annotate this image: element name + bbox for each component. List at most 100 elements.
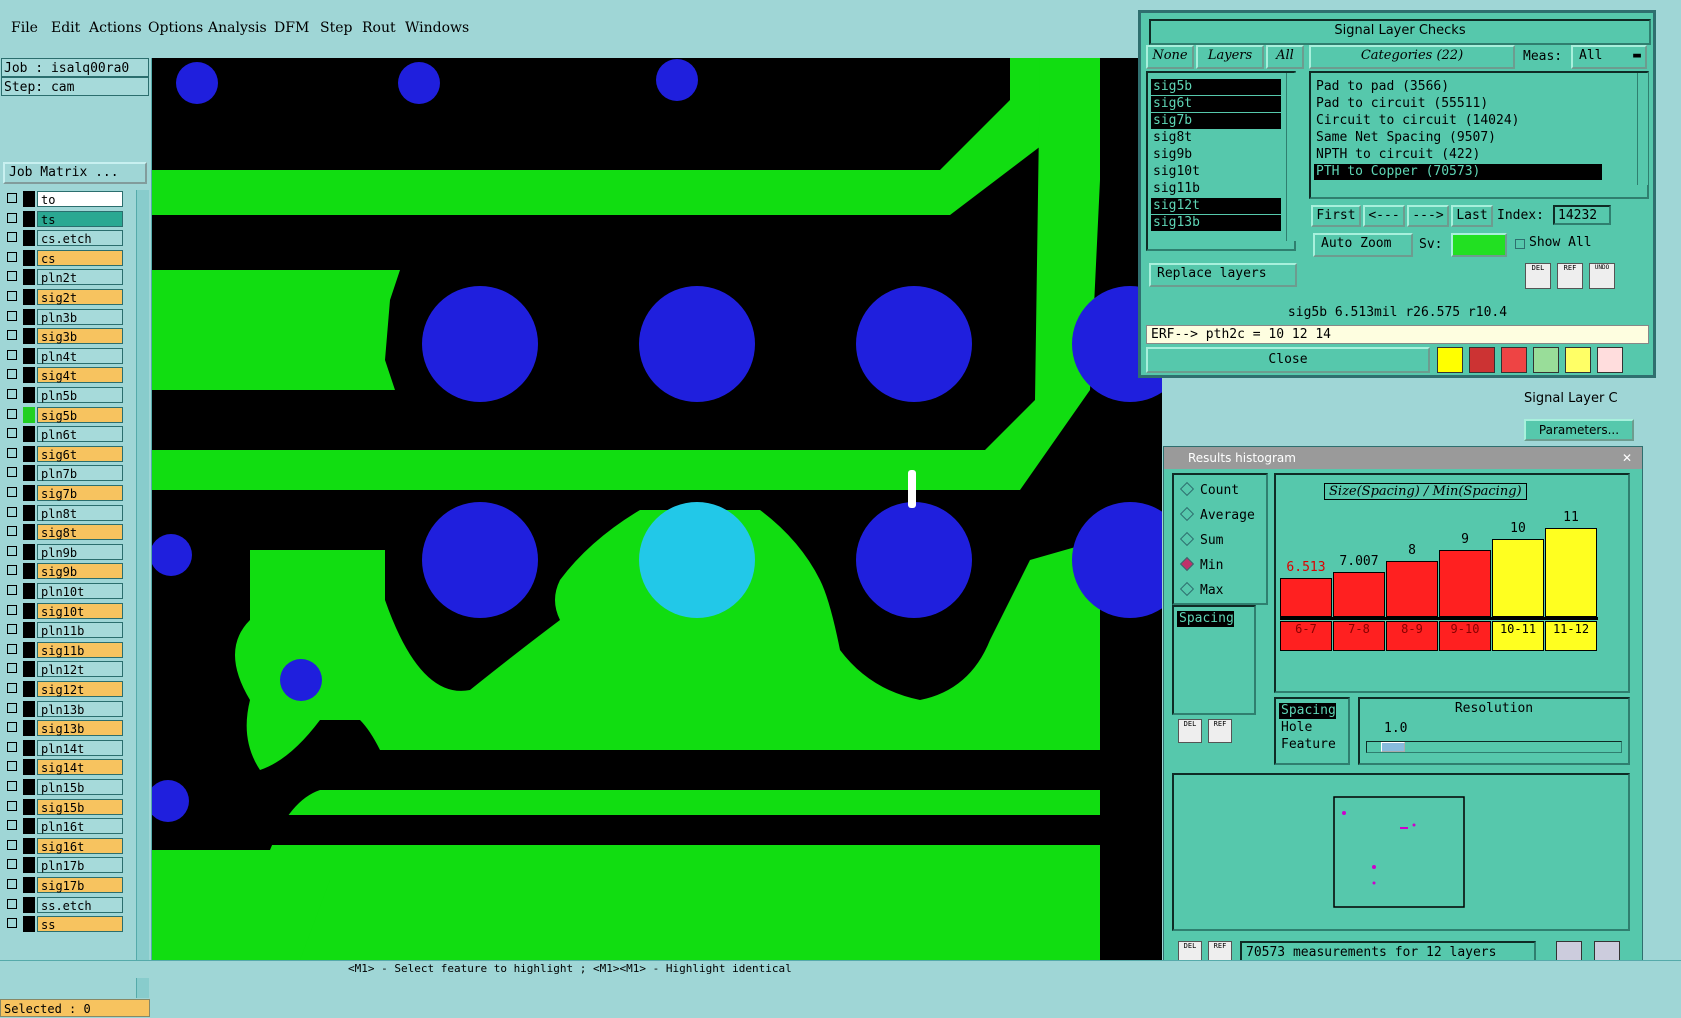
close-button[interactable]: Close	[1146, 347, 1430, 373]
layer-checkbox[interactable]	[7, 820, 17, 831]
layer-color-swatch[interactable]	[23, 191, 35, 207]
layer-checkbox[interactable]	[7, 879, 17, 889]
layer-checkbox[interactable]	[7, 859, 17, 870]
layer-name[interactable]: pln9b	[37, 543, 123, 560]
layer-row[interactable]: pln3b	[3, 308, 134, 326]
layer-color-swatch[interactable]	[23, 367, 35, 384]
menu-analysis[interactable]: Analysis	[208, 20, 267, 36]
layer-checkbox[interactable]	[7, 526, 17, 537]
type-item[interactable]: Feature	[1279, 737, 1336, 753]
job-matrix-button[interactable]: Job Matrix ...	[3, 162, 147, 184]
layer-row[interactable]: sig13b	[3, 719, 134, 737]
menu-options[interactable]: Options	[148, 20, 203, 36]
all-button[interactable]: All	[1266, 45, 1304, 69]
replace-layers-dropdown[interactable]: Replace layers	[1149, 263, 1297, 287]
layer-checkbox[interactable]	[7, 428, 17, 439]
layer-color-swatch[interactable]	[23, 798, 35, 815]
layer-row[interactable]: pln4t	[3, 347, 134, 365]
layer-name[interactable]: pln8t	[37, 504, 123, 521]
menu-rout[interactable]: Rout	[362, 20, 396, 36]
layer-color-swatch[interactable]	[23, 779, 35, 795]
stat-radio-max[interactable]: Max	[1179, 581, 1223, 598]
layer-name[interactable]: sig8t	[37, 524, 123, 541]
layer-row[interactable]: sig14t	[3, 758, 134, 776]
layer-name[interactable]: pln4t	[37, 347, 123, 364]
layer-checkbox[interactable]	[7, 722, 17, 733]
layer-checkbox[interactable]	[7, 349, 17, 360]
menu-file[interactable]: File	[11, 20, 38, 36]
histogram-icon[interactable]	[1597, 347, 1623, 373]
category-item[interactable]: Circuit to circuit (14024)	[1314, 113, 1602, 129]
type-item[interactable]: Spacing	[1279, 703, 1336, 719]
layer-row[interactable]: sig2t	[3, 288, 134, 306]
resolution-slider-handle[interactable]	[1381, 742, 1405, 752]
layer-name[interactable]: pln12t	[37, 661, 123, 678]
layer-checkbox[interactable]	[7, 624, 17, 635]
first-button[interactable]: First	[1311, 205, 1361, 227]
check-layer-item[interactable]: sig7b	[1151, 113, 1281, 129]
layer-color-swatch[interactable]	[23, 818, 35, 835]
menu-edit[interactable]: Edit	[51, 20, 80, 36]
layer-color-swatch[interactable]	[23, 445, 35, 462]
layer-checkbox[interactable]	[7, 663, 17, 674]
layer-name[interactable]: pln10t	[37, 583, 123, 599]
palette-icon[interactable]	[1469, 347, 1495, 373]
prev-button[interactable]: <---	[1363, 205, 1405, 227]
layer-name[interactable]: ts	[37, 210, 123, 227]
layer-color-swatch[interactable]	[23, 465, 35, 482]
layer-name[interactable]: sig16t	[37, 837, 123, 854]
graphics-canvas[interactable]	[147, 58, 1188, 960]
layer-color-swatch[interactable]	[23, 700, 35, 717]
layer-row[interactable]: ts	[3, 210, 134, 228]
none-button[interactable]: None	[1146, 45, 1194, 69]
category-item[interactable]: Same Net Spacing (9507)	[1314, 130, 1602, 146]
layer-list-scrollbar[interactable]	[136, 190, 149, 998]
layer-row[interactable]: pln8t	[3, 504, 134, 522]
layer-checkbox[interactable]	[7, 800, 17, 811]
layer-checkbox[interactable]	[7, 545, 17, 556]
layer-color-swatch[interactable]	[23, 563, 35, 580]
layer-row[interactable]: sig10t	[3, 602, 134, 620]
histogram-bar[interactable]	[1386, 561, 1438, 617]
layer-name[interactable]: sig14t	[37, 759, 123, 776]
layer-checkbox[interactable]	[7, 643, 17, 654]
layer-row[interactable]: pln11b	[3, 621, 134, 639]
stat-radio-average[interactable]: Average	[1179, 506, 1255, 523]
notes-icon[interactable]	[1565, 347, 1591, 373]
layer-color-swatch[interactable]	[23, 210, 35, 227]
refresh-icon[interactable]: REF	[1208, 719, 1232, 743]
layer-color-swatch[interactable]	[23, 328, 35, 345]
layer-checkbox[interactable]	[7, 898, 17, 909]
layer-row[interactable]: pln5b	[3, 386, 134, 404]
sv-color-dropdown[interactable]	[1451, 233, 1507, 257]
next-button[interactable]: --->	[1407, 205, 1449, 227]
layer-name[interactable]: pln2t	[37, 269, 123, 286]
layer-row[interactable]: sig6t	[3, 445, 134, 463]
histogram-bar[interactable]	[1439, 550, 1491, 617]
layer-color-swatch[interactable]	[23, 602, 35, 619]
layer-name[interactable]: cs	[37, 249, 123, 266]
layer-checkbox[interactable]	[7, 212, 17, 223]
layer-name[interactable]: pln14t	[37, 739, 123, 756]
layer-row[interactable]: sig5b	[3, 406, 134, 424]
layer-color-swatch[interactable]	[23, 877, 35, 893]
histogram-bar[interactable]	[1492, 539, 1544, 617]
layer-row[interactable]: pln16t	[3, 817, 134, 835]
resolution-slider[interactable]	[1366, 741, 1622, 753]
layer-row[interactable]: sig17b	[3, 876, 134, 894]
histogram-bar[interactable]	[1333, 572, 1385, 617]
delete-icon[interactable]: DEL	[1525, 263, 1551, 289]
layer-row[interactable]: sig16t	[3, 837, 134, 855]
clear-icon[interactable]	[1501, 347, 1527, 373]
layer-row[interactable]: sig4t	[3, 366, 134, 384]
layer-name[interactable]: sig17b	[37, 877, 123, 893]
overview-map[interactable]	[1172, 773, 1630, 931]
layer-color-swatch[interactable]	[23, 289, 35, 305]
layer-name[interactable]: sig11b	[37, 641, 123, 658]
layer-color-swatch[interactable]	[23, 269, 35, 286]
layer-color-swatch[interactable]	[23, 347, 35, 364]
layer-name[interactable]: to	[37, 191, 123, 207]
layer-name[interactable]: pln13b	[37, 700, 123, 717]
layer-row[interactable]: pln9b	[3, 543, 134, 561]
layer-checkbox[interactable]	[7, 565, 17, 576]
